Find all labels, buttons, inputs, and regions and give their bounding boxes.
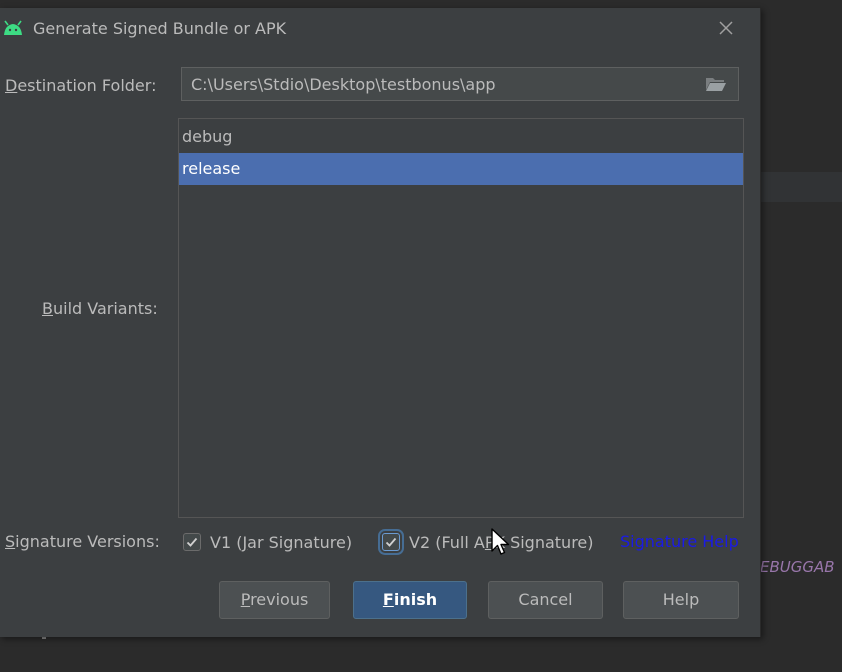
help-button[interactable]: Help (623, 581, 739, 619)
android-icon (4, 20, 22, 35)
signature-versions-label: Signature Versions: (5, 532, 160, 551)
close-icon (719, 21, 733, 35)
signature-versions-mnemonic: S (5, 532, 16, 551)
folder-open-icon[interactable] (705, 76, 727, 92)
dialog-title-bar[interactable]: Generate Signed Bundle or APK (0, 8, 760, 48)
build-variants-label-text: uild Variants: (52, 299, 158, 318)
v2-signature-checkbox-row[interactable]: V2 (Full APK Signature) (378, 527, 594, 557)
destination-label-text: estination Folder: (17, 76, 157, 95)
v2-signature-checkbox[interactable] (378, 529, 404, 555)
cancel-button[interactable]: Cancel (488, 581, 603, 619)
ide-editor-strip (760, 172, 842, 202)
finish-button[interactable]: Finish (353, 581, 467, 619)
ide-background-bottom (0, 637, 842, 672)
mouse-pointer-icon (491, 528, 510, 555)
ide-code-fragment: EBUGGAB (760, 558, 835, 576)
destination-mnemonic: D (5, 76, 18, 95)
previous-button[interactable]: Previous (219, 581, 330, 619)
destination-folder-label: Destination Folder: (5, 76, 156, 95)
v1-signature-checkbox-row[interactable]: V1 (Jar Signature) (183, 527, 352, 557)
build-variants-label: Build Variants: (42, 299, 158, 318)
checkmark-icon (385, 537, 397, 547)
generate-signed-apk-dialog: Generate Signed Bundle or APK Destinatio… (0, 8, 761, 637)
build-variants-mnemonic: B (42, 299, 53, 318)
variant-item-debug[interactable]: debug (179, 121, 743, 153)
destination-folder-input[interactable] (182, 68, 692, 100)
dialog-title: Generate Signed Bundle or APK (33, 19, 287, 38)
v1-signature-label: V1 (Jar Signature) (210, 532, 353, 552)
checkmark-icon (186, 537, 198, 547)
v1-signature-checkbox[interactable] (183, 533, 201, 551)
variant-item-release[interactable]: release (179, 153, 743, 185)
build-variants-list[interactable]: debug release (178, 118, 744, 518)
signature-versions-label-text: ignature Versions: (15, 532, 160, 551)
close-button[interactable] (712, 14, 740, 42)
destination-folder-field[interactable] (181, 67, 739, 101)
signature-help-link[interactable]: Signature Help (620, 532, 739, 551)
